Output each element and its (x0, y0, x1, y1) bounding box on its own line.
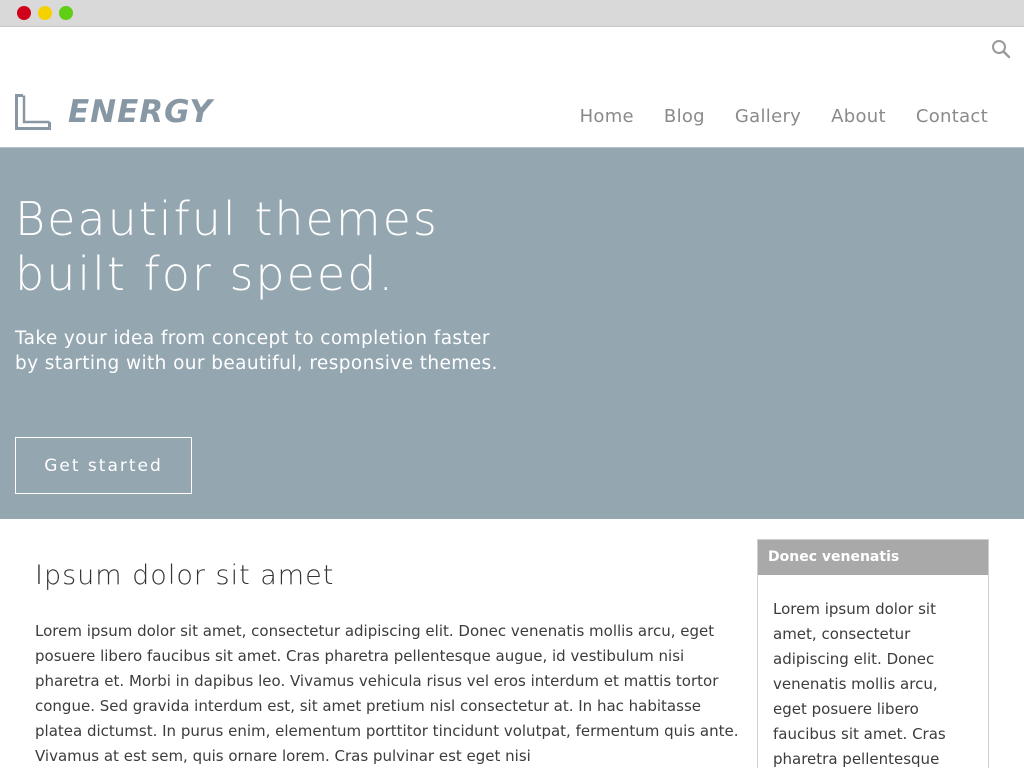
nav-gallery[interactable]: Gallery (735, 105, 801, 129)
minimize-window-button[interactable] (38, 6, 52, 20)
main-content: Ipsum dolor sit amet Lorem ipsum dolor s… (35, 558, 745, 768)
hero-title-line-2: built for speed. (15, 247, 396, 301)
maximize-window-button[interactable] (59, 6, 73, 20)
search-icon[interactable] (991, 39, 1011, 59)
site-header: ENERGY Home Blog Gallery About Contact (0, 27, 1024, 147)
main-nav: Home Blog Gallery About Contact (550, 105, 988, 129)
sidebar-body: Lorem ipsum dolor sit amet, consectetur … (773, 600, 946, 768)
nav-about[interactable]: About (831, 105, 886, 129)
content-body: Lorem ipsum dolor sit amet, consectetur … (35, 622, 739, 765)
hero-subtitle: Take your idea from concept to completio… (15, 328, 498, 374)
logo-square-icon (15, 94, 51, 130)
window-titlebar (0, 0, 1024, 27)
hero-banner: Beautiful themes built for speed. Take y… (0, 147, 1024, 519)
get-started-button[interactable]: Get started (15, 437, 192, 494)
content-title: Ipsum dolor sit amet (35, 560, 335, 591)
close-window-button[interactable] (17, 6, 31, 20)
site-logo[interactable]: ENERGY (15, 94, 213, 130)
sidebar-heading: Donec venenatis (758, 540, 988, 575)
logo-text: ENERGY (68, 94, 213, 130)
nav-home[interactable]: Home (580, 105, 634, 129)
sidebar-widget: Donec venenatis Lorem ipsum dolor sit am… (757, 539, 989, 768)
hero-title-line-1: Beautiful themes (15, 192, 439, 246)
nav-contact[interactable]: Contact (916, 105, 988, 129)
nav-blog[interactable]: Blog (664, 105, 705, 129)
hero-title: Beautiful themes built for speed. (15, 192, 575, 302)
